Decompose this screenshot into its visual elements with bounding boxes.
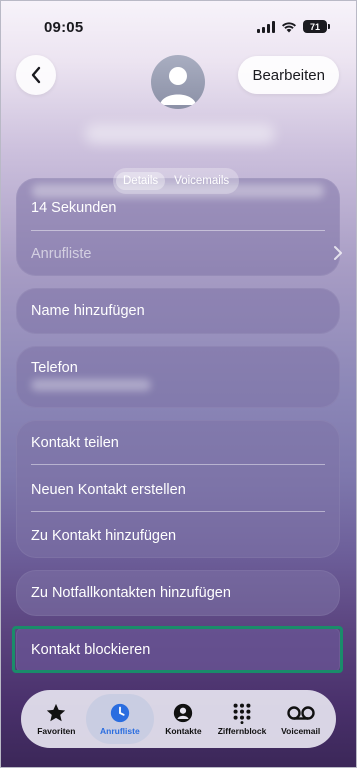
- divider: [31, 464, 325, 465]
- chevron-left-icon: [31, 66, 41, 84]
- voicemail-icon: [286, 706, 315, 720]
- tab-recents[interactable]: Anrufliste: [85, 694, 155, 744]
- call-list-link[interactable]: Anrufliste: [31, 246, 325, 262]
- tab-bar: Favoriten Anrufliste Kontakte Ziffernblo…: [21, 690, 336, 748]
- add-emergency-label: Zu Notfallkontakten hinzufügen: [31, 585, 231, 601]
- add-name-button[interactable]: Name hinzufügen: [16, 288, 340, 334]
- segment-voicemails[interactable]: Voicemails: [167, 172, 236, 190]
- highlight-frame: [12, 626, 343, 673]
- tab-label: Favoriten: [37, 726, 76, 736]
- create-contact-button[interactable]: Neuen Kontakt erstellen: [31, 482, 325, 498]
- chevron-right-icon: [334, 246, 342, 260]
- tab-label: Kontakte: [165, 726, 202, 736]
- person-silhouette-icon: [160, 67, 196, 105]
- add-emergency-contact-button[interactable]: Zu Notfallkontakten hinzufügen: [16, 570, 340, 616]
- tab-favorites[interactable]: Favoriten: [27, 694, 86, 744]
- person-icon: [174, 703, 193, 723]
- star-icon: [47, 703, 66, 722]
- share-contact-button[interactable]: Kontakt teilen: [31, 435, 325, 451]
- tab-label: Anrufliste: [100, 726, 140, 736]
- divider: [31, 230, 325, 231]
- tab-label: Ziffernblock: [217, 726, 267, 736]
- segment-details[interactable]: Details: [116, 172, 166, 190]
- wifi-icon: [282, 21, 296, 32]
- phone-number-redacted: [31, 379, 151, 391]
- phone-card[interactable]: Telefon: [16, 346, 340, 408]
- keypad-icon: [233, 703, 251, 724]
- add-to-contact-button[interactable]: Zu Kontakt hinzufügen: [31, 528, 325, 544]
- divider: [31, 511, 325, 512]
- tab-voicemail[interactable]: Voicemail: [271, 694, 330, 744]
- clock-icon: [110, 703, 130, 723]
- tab-keypad[interactable]: Ziffernblock: [213, 694, 272, 744]
- tab-contacts[interactable]: Kontakte: [154, 694, 213, 744]
- status-time: 09:05: [44, 19, 84, 36]
- signal-icon: [257, 20, 275, 33]
- status-icons: 71: [257, 20, 330, 33]
- segmented-control: Details Voicemails: [113, 168, 240, 194]
- phone-label: Telefon: [31, 360, 78, 376]
- contact-name-redacted: [85, 124, 275, 144]
- call-duration: 14 Sekunden: [31, 200, 117, 216]
- status-bar: 09:05 71: [0, 0, 357, 46]
- add-name-label: Name hinzufügen: [31, 303, 145, 319]
- tab-label: Voicemail: [281, 726, 321, 736]
- edit-button[interactable]: Bearbeiten: [238, 56, 339, 94]
- battery-icon: 71: [303, 20, 330, 33]
- avatar: [151, 55, 205, 109]
- back-button[interactable]: [16, 55, 56, 95]
- actions-card: Kontakt teilen Neuen Kontakt erstellen Z…: [16, 420, 340, 558]
